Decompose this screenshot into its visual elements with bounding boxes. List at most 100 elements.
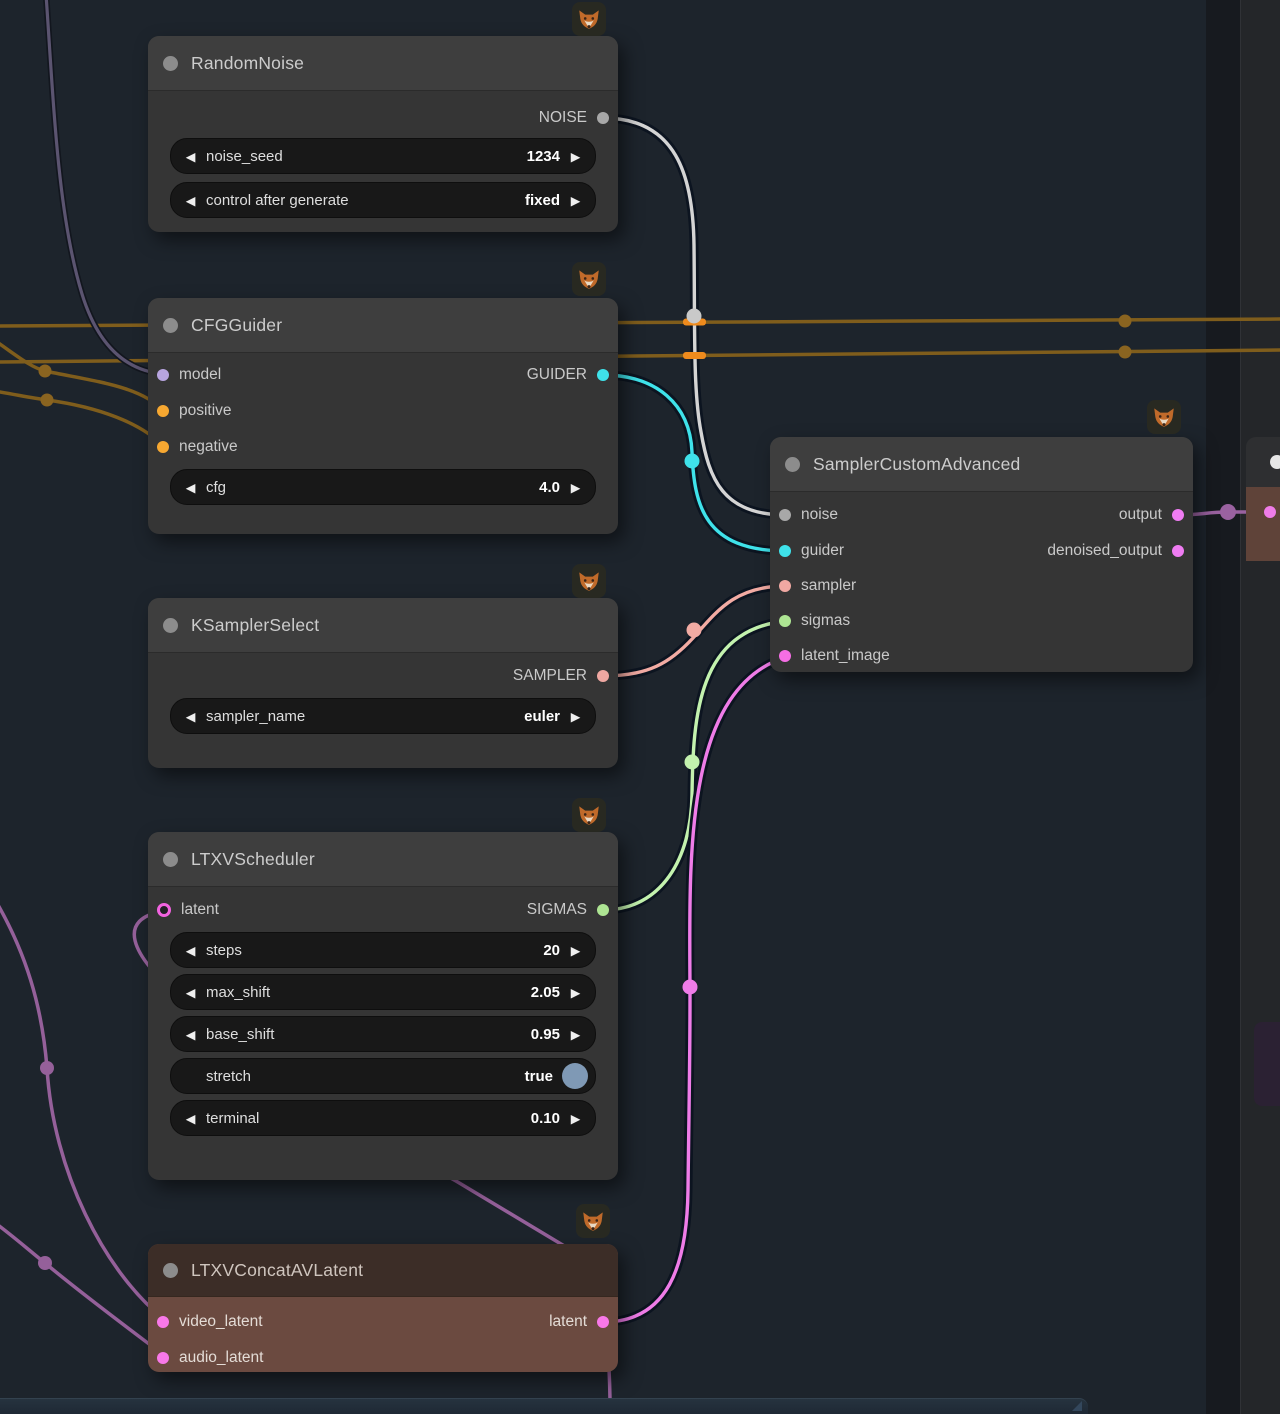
node-graph-canvas[interactable]: RandomNoise NOISE ◀ noise_seed 1234 ▶ ◀ … bbox=[0, 0, 1280, 1414]
node-ltxvconcatavlatent[interactable]: LTXVConcatAVLatent video_latent audio_la… bbox=[148, 1244, 618, 1372]
input-latent-image[interactable]: latent_image bbox=[770, 638, 899, 674]
port-dot-latent-out[interactable] bbox=[597, 1316, 609, 1328]
increment-arrow-icon[interactable]: ▶ bbox=[569, 480, 582, 495]
decrement-arrow-icon[interactable]: ◀ bbox=[184, 1111, 197, 1126]
increment-arrow-icon[interactable]: ▶ bbox=[569, 193, 582, 208]
widget-max-shift[interactable]: ◀ max_shift 2.05 ▶ bbox=[170, 974, 596, 1010]
port-dot-guider-in[interactable] bbox=[779, 545, 791, 557]
widget-stretch-toggle[interactable]: stretch true bbox=[170, 1058, 596, 1094]
wire-crossing-tick-2 bbox=[683, 352, 706, 359]
link-dot-noise[interactable] bbox=[687, 309, 702, 324]
toggle-knob[interactable] bbox=[562, 1063, 588, 1089]
input-model[interactable]: model bbox=[148, 357, 230, 393]
node-cfgguider[interactable]: CFGGuider model positive negative GUIDER… bbox=[148, 298, 618, 534]
increment-arrow-icon[interactable]: ▶ bbox=[569, 149, 582, 164]
widget-cfg[interactable]: ◀ cfg 4.0 ▶ bbox=[170, 469, 596, 505]
decrement-arrow-icon[interactable]: ◀ bbox=[184, 709, 197, 724]
widget-control-after-generate[interactable]: ◀ control after generate fixed ▶ bbox=[170, 182, 596, 218]
output-sampler[interactable]: SAMPLER bbox=[504, 658, 618, 694]
link-dot-positive[interactable] bbox=[39, 365, 52, 378]
port-dot-noise-in[interactable] bbox=[779, 509, 791, 521]
widget-terminal[interactable]: ◀ terminal 0.10 ▶ bbox=[170, 1100, 596, 1136]
port-dot-guider[interactable] bbox=[597, 369, 609, 381]
node-header[interactable]: CFGGuider bbox=[148, 298, 618, 353]
link-dot-output[interactable] bbox=[1220, 504, 1236, 520]
link-dot-cond-1[interactable] bbox=[1119, 315, 1132, 328]
input-video-latent[interactable]: video_latent bbox=[148, 1304, 272, 1340]
node-ltxvscheduler[interactable]: LTXVScheduler latent SIGMAS ◀ steps 20 ▶… bbox=[148, 832, 618, 1180]
partial-node-right-port-dot[interactable] bbox=[1264, 506, 1276, 518]
link-dot-guider[interactable] bbox=[685, 454, 700, 469]
decrement-arrow-icon[interactable]: ◀ bbox=[184, 193, 197, 208]
widget-base-shift[interactable]: ◀ base_shift 0.95 ▶ bbox=[170, 1016, 596, 1052]
fox-badge-icon bbox=[572, 564, 606, 598]
increment-arrow-icon[interactable]: ▶ bbox=[569, 709, 582, 724]
port-dot-sigmas-in[interactable] bbox=[779, 615, 791, 627]
port-dot-negative[interactable] bbox=[157, 441, 169, 453]
widget-steps[interactable]: ◀ steps 20 ▶ bbox=[170, 932, 596, 968]
link-dot-audio-latent[interactable] bbox=[38, 1256, 52, 1270]
node-header[interactable]: SamplerCustomAdvanced bbox=[770, 437, 1193, 492]
link-dot-negative[interactable] bbox=[41, 394, 54, 407]
port-dot-video-latent[interactable] bbox=[157, 1316, 169, 1328]
decrement-arrow-icon[interactable]: ◀ bbox=[184, 943, 197, 958]
output-output[interactable]: output bbox=[1110, 497, 1193, 533]
increment-arrow-icon[interactable]: ▶ bbox=[569, 1027, 582, 1042]
port-dot-output[interactable] bbox=[1172, 509, 1184, 521]
port-dot-sampler-in[interactable] bbox=[779, 580, 791, 592]
input-audio-latent[interactable]: audio_latent bbox=[148, 1340, 272, 1376]
port-dot-noise[interactable] bbox=[597, 112, 609, 124]
partial-node-right-body[interactable] bbox=[1246, 487, 1280, 561]
partial-element-right bbox=[1254, 1022, 1280, 1106]
fox-badge-icon bbox=[572, 2, 606, 36]
port-dot-positive[interactable] bbox=[157, 405, 169, 417]
input-sigmas[interactable]: sigmas bbox=[770, 603, 859, 639]
port-dot-latent[interactable] bbox=[157, 903, 171, 917]
node-title-dot bbox=[163, 56, 178, 71]
output-guider[interactable]: GUIDER bbox=[518, 357, 618, 393]
port-dot-denoised-output[interactable] bbox=[1172, 545, 1184, 557]
decrement-arrow-icon[interactable]: ◀ bbox=[184, 1027, 197, 1042]
link-dot-latent-image[interactable] bbox=[683, 980, 698, 995]
decrement-arrow-icon[interactable]: ◀ bbox=[184, 985, 197, 1000]
link-dot-cond-2[interactable] bbox=[1119, 346, 1132, 359]
output-sigmas[interactable]: SIGMAS bbox=[518, 892, 618, 928]
input-latent[interactable]: latent bbox=[148, 892, 228, 928]
output-denoised-output[interactable]: denoised_output bbox=[1038, 533, 1193, 569]
input-guider[interactable]: guider bbox=[770, 533, 853, 569]
node-randomnoise[interactable]: RandomNoise NOISE ◀ noise_seed 1234 ▶ ◀ … bbox=[148, 36, 618, 232]
node-header[interactable]: RandomNoise bbox=[148, 36, 618, 91]
node-header[interactable]: LTXVConcatAVLatent bbox=[148, 1244, 618, 1297]
increment-arrow-icon[interactable]: ▶ bbox=[569, 985, 582, 1000]
input-noise[interactable]: noise bbox=[770, 497, 847, 533]
decrement-arrow-icon[interactable]: ◀ bbox=[184, 480, 197, 495]
output-noise[interactable]: NOISE bbox=[530, 100, 618, 136]
node-title-dot bbox=[163, 318, 178, 333]
link-dot-sigmas[interactable] bbox=[685, 755, 700, 770]
wire-audio-latent bbox=[0, 1222, 165, 1356]
node-title-dot bbox=[785, 457, 800, 472]
partial-node-bottom[interactable] bbox=[0, 1398, 1088, 1414]
port-dot-audio-latent[interactable] bbox=[157, 1352, 169, 1364]
link-dot-video-latent[interactable] bbox=[40, 1061, 54, 1075]
node-header[interactable]: LTXVScheduler bbox=[148, 832, 618, 887]
wire-video-latent bbox=[0, 898, 165, 1320]
port-dot-sampler[interactable] bbox=[597, 670, 609, 682]
increment-arrow-icon[interactable]: ▶ bbox=[569, 1111, 582, 1126]
increment-arrow-icon[interactable]: ▶ bbox=[569, 943, 582, 958]
input-positive[interactable]: positive bbox=[148, 393, 241, 429]
port-dot-model[interactable] bbox=[157, 369, 169, 381]
output-latent[interactable]: latent bbox=[540, 1304, 618, 1340]
node-ksamplerselect[interactable]: KSamplerSelect SAMPLER ◀ sampler_name eu… bbox=[148, 598, 618, 768]
partial-node-right-title-dot bbox=[1270, 455, 1280, 469]
port-dot-latent-image[interactable] bbox=[779, 650, 791, 662]
widget-noise-seed[interactable]: ◀ noise_seed 1234 ▶ bbox=[170, 138, 596, 174]
port-dot-sigmas[interactable] bbox=[597, 904, 609, 916]
link-dot-sampler[interactable] bbox=[687, 623, 702, 638]
input-negative[interactable]: negative bbox=[148, 429, 247, 465]
input-sampler[interactable]: sampler bbox=[770, 568, 865, 604]
node-header[interactable]: KSamplerSelect bbox=[148, 598, 618, 653]
decrement-arrow-icon[interactable]: ◀ bbox=[184, 149, 197, 164]
node-samplercustomadvanced[interactable]: SamplerCustomAdvanced noise guider sampl… bbox=[770, 437, 1193, 672]
widget-sampler-name[interactable]: ◀ sampler_name euler ▶ bbox=[170, 698, 596, 734]
